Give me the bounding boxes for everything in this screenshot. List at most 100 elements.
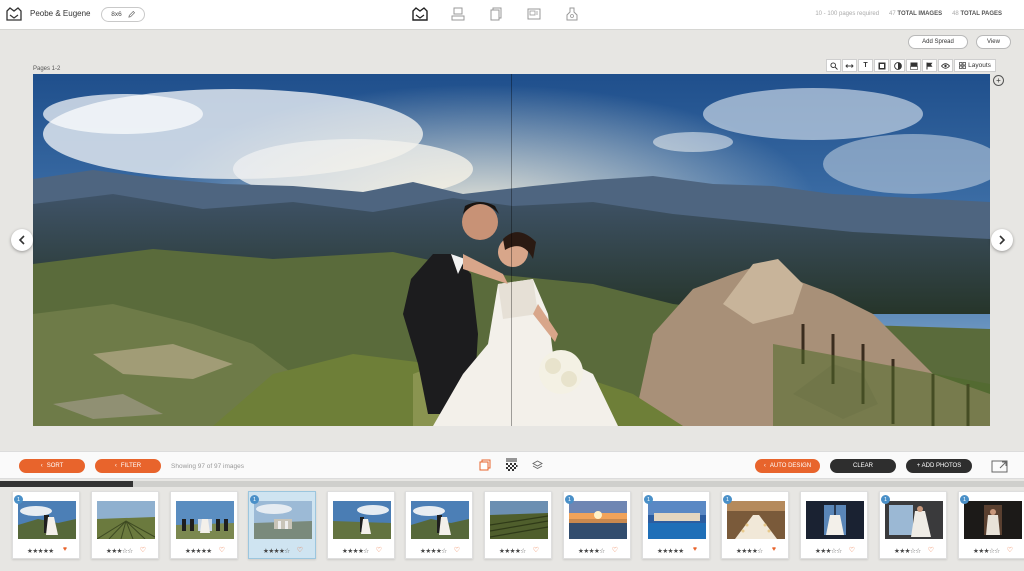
tray-scrollbar-thumb[interactable] <box>0 481 134 487</box>
favorite-heart-icon[interactable]: ♡ <box>140 546 146 554</box>
export-icon[interactable] <box>991 459 1009 473</box>
star-rating[interactable]: ★★★★☆ <box>578 547 605 555</box>
eye-icon[interactable] <box>938 59 953 72</box>
star-rating[interactable]: ★★★☆☆ <box>815 547 842 555</box>
favorite-heart-icon[interactable]: ♥ <box>693 546 697 553</box>
album-title[interactable]: Peobe & Eugene <box>30 9 91 18</box>
star-rating[interactable]: ★★★★☆ <box>420 547 447 555</box>
chevron-right-icon <box>999 235 1006 245</box>
sort-button[interactable]: ‹ SORT <box>19 459 85 473</box>
photo-thumbnail[interactable]: ★★★★☆ ♡ <box>405 491 473 559</box>
favorite-heart-icon[interactable]: ♡ <box>849 546 855 554</box>
usage-count-badge: 1 <box>250 495 259 504</box>
photo-thumbnail[interactable]: ★★★★☆ ♡ <box>327 491 395 559</box>
previous-spread-button[interactable] <box>11 229 33 251</box>
favorite-heart-icon[interactable]: ♡ <box>297 546 303 554</box>
star-rating[interactable]: ★★★☆☆ <box>973 547 1000 555</box>
color-icon[interactable] <box>890 59 905 72</box>
clear-button[interactable]: CLEAR <box>830 459 896 473</box>
favorite-heart-icon[interactable]: ♡ <box>376 546 382 554</box>
layouts-label: Layouts <box>968 62 991 69</box>
star-rating[interactable]: ★★★★★ <box>27 547 54 555</box>
thumbnail-image[interactable] <box>333 501 391 539</box>
tray-scrollbar[interactable] <box>0 481 1024 487</box>
thumbnail-image[interactable] <box>648 501 706 539</box>
layout-icon[interactable] <box>450 6 466 22</box>
star-rating[interactable]: ★★★★☆ <box>499 547 526 555</box>
star-rating[interactable]: ★★★★★ <box>185 547 212 555</box>
favorite-heart-icon[interactable]: ♡ <box>454 546 460 554</box>
view-button[interactable]: View <box>976 35 1011 49</box>
zoom-icon[interactable] <box>826 59 841 72</box>
photo-thumbnail[interactable]: ★★★☆☆ ♡ <box>800 491 868 559</box>
thumbnail-image[interactable] <box>806 501 864 539</box>
favorite-heart-icon[interactable]: ♡ <box>928 546 934 554</box>
photo-thumbnail[interactable]: ★★★☆☆ ♡ <box>91 491 159 559</box>
thumbnail-image[interactable] <box>18 501 76 539</box>
favorite-heart-icon[interactable]: ♡ <box>1007 546 1013 554</box>
favorite-heart-icon[interactable]: ♡ <box>533 546 539 554</box>
star-rating[interactable]: ★★★☆☆ <box>894 547 921 555</box>
thumbnail-image[interactable] <box>727 501 785 539</box>
stack-view-icon[interactable] <box>478 458 492 472</box>
layouts-button[interactable]: Layouts <box>954 59 996 72</box>
auto-design-button[interactable]: ‹ AUTO DESIGN <box>755 459 820 473</box>
thumbnail-image[interactable] <box>254 501 312 539</box>
pages-icon[interactable] <box>488 6 504 22</box>
thumbnail-image[interactable] <box>490 501 548 539</box>
grid-view-icon[interactable] <box>504 458 518 472</box>
usage-count-badge: 1 <box>960 495 969 504</box>
photo-thumbnail[interactable]: ★★★★★ ♡ <box>170 491 238 559</box>
album-logo-icon[interactable] <box>6 7 22 21</box>
next-spread-button[interactable] <box>991 229 1013 251</box>
star-rating[interactable]: ★★★★★ <box>657 547 684 555</box>
star-rating[interactable]: ★★★★☆ <box>736 547 763 555</box>
favorite-heart-icon[interactable]: ♥ <box>63 546 67 553</box>
photo-thumbnail[interactable]: 1 ★★★☆☆ ♡ <box>879 491 947 559</box>
thumbnail-image[interactable] <box>964 501 1022 539</box>
flag-icon[interactable] <box>922 59 937 72</box>
photo-thumbnail[interactable]: ★★★★☆ ♡ <box>484 491 552 559</box>
photo-thumbnail[interactable]: 1 ★★★★☆ ♡ <box>248 491 316 559</box>
filter-button[interactable]: ‹ FILTER <box>95 459 161 473</box>
tray-view-toggles <box>478 458 544 472</box>
star-rating[interactable]: ★★★★☆ <box>342 547 369 555</box>
thumbnail-image[interactable] <box>176 501 234 539</box>
add-spread-button[interactable]: Add Spread <box>908 35 968 49</box>
thumbnail-image[interactable] <box>569 501 627 539</box>
border-icon[interactable] <box>906 59 921 72</box>
thumbnail-image[interactable] <box>885 501 943 539</box>
usage-count-badge: 1 <box>644 495 653 504</box>
background-icon[interactable] <box>874 59 889 72</box>
chevron-left-icon <box>18 235 25 245</box>
spread-photo[interactable] <box>33 74 990 426</box>
star-rating[interactable]: ★★★☆☆ <box>106 547 133 555</box>
photo-thumbnail[interactable]: 1 ★★★★★ ♥ <box>12 491 80 559</box>
swap-icon[interactable] <box>842 59 857 72</box>
photo-thumbnail[interactable]: 1 ★★★☆☆ ♡ <box>958 491 1024 559</box>
favorite-heart-icon[interactable]: ♡ <box>612 546 618 554</box>
text-icon[interactable]: T <box>858 59 873 72</box>
photo-thumbnail[interactable]: 1 ★★★★☆ ♡ <box>563 491 631 559</box>
thumbnail-image[interactable] <box>97 501 155 539</box>
album-size-selector[interactable]: 8x6 <box>101 7 145 22</box>
add-photos-button[interactable]: + ADD PHOTOS <box>906 459 972 473</box>
photos-icon[interactable] <box>526 6 542 22</box>
photo-thumbnail[interactable]: 1 ★★★★☆ ♥ <box>721 491 789 559</box>
usage-count-badge: 1 <box>565 495 574 504</box>
star-rating[interactable]: ★★★★☆ <box>263 547 290 555</box>
favorite-heart-icon[interactable]: ♡ <box>219 546 225 554</box>
photo-tray: 1 ★★★★★ ♥ ★★★☆☆ ♡ ★★★★★ ♡ 1 ★★★★☆ ♡ ★★★★☆ ♡ ★★★★☆ ♡ ★★… <box>0 489 1024 571</box>
thumbnail-image[interactable] <box>411 501 469 539</box>
total-images-count: 47 <box>889 11 896 17</box>
spread-toolbar: T Layouts <box>826 59 996 72</box>
settings-icon[interactable] <box>564 6 580 22</box>
spreads-icon[interactable] <box>412 6 428 22</box>
add-page-icon[interactable]: + <box>993 75 1004 86</box>
favorite-heart-icon[interactable]: ♥ <box>772 546 776 553</box>
photo-thumbnail[interactable]: 1 ★★★★★ ♥ <box>642 491 710 559</box>
total-pages-count: 48 <box>952 11 959 17</box>
usage-count-badge: 1 <box>881 495 890 504</box>
layers-icon[interactable] <box>530 458 544 472</box>
page-label: Pages 1-2 <box>33 66 61 72</box>
